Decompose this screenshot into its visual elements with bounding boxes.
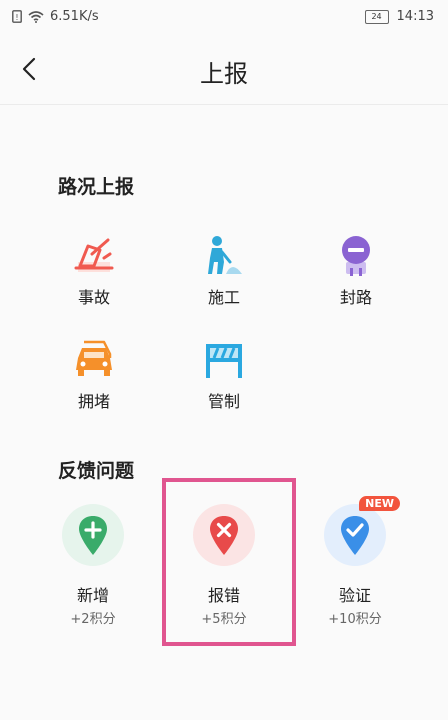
status-right: 24 14:13 — [364, 9, 434, 24]
verify-icon-circle: NEW — [324, 496, 400, 566]
add-icon-circle — [62, 504, 124, 566]
congestion-button[interactable]: 拥堵 — [46, 336, 142, 412]
congestion-icon — [76, 340, 112, 376]
traffic-control-button[interactable]: 管制 — [176, 336, 272, 412]
add-label: 新增 — [76, 586, 109, 605]
road-closed-label: 封路 — [339, 288, 372, 307]
road-section-title: 路况上报 — [58, 176, 135, 198]
traffic-control-icon — [206, 344, 242, 378]
battery-icon: 24 — [364, 9, 389, 24]
network-speed: 6.51K/s — [50, 9, 99, 24]
clock: 14:13 — [396, 9, 434, 24]
svg-text:!: ! — [15, 13, 18, 22]
accident-button[interactable]: 事故 — [46, 232, 142, 308]
construction-icon — [208, 236, 242, 274]
verify-label: 验证 — [338, 586, 371, 605]
road-closed-button[interactable]: 封路 — [308, 232, 404, 308]
sim-icon: ! — [12, 10, 22, 23]
traffic-control-label: 管制 — [207, 392, 240, 411]
feedback-section-title: 反馈问题 — [58, 460, 135, 482]
header: 上报 — [0, 36, 448, 105]
status-left: ! 6.51K/s — [12, 9, 99, 24]
wifi-icon — [28, 10, 44, 23]
add-place-button[interactable]: 新增 +2积分 — [38, 504, 148, 627]
road-closed-icon — [342, 236, 370, 276]
congestion-label: 拥堵 — [77, 392, 110, 411]
new-badge: NEW — [359, 496, 400, 511]
page-title: 上报 — [200, 60, 248, 88]
highlight-box — [162, 478, 296, 646]
status-bar: ! 6.51K/s 24 14:13 — [0, 0, 448, 36]
add-points: +2积分 — [70, 612, 116, 627]
verify-location-icon — [341, 516, 369, 555]
verify-button[interactable]: NEW 验证 +10积分 — [300, 496, 410, 627]
verify-points: +10积分 — [328, 612, 382, 627]
construction-button[interactable]: 施工 — [176, 232, 272, 308]
add-location-icon — [79, 516, 107, 555]
accident-icon — [74, 238, 114, 272]
construction-label: 施工 — [207, 288, 240, 307]
accident-label: 事故 — [77, 288, 110, 307]
